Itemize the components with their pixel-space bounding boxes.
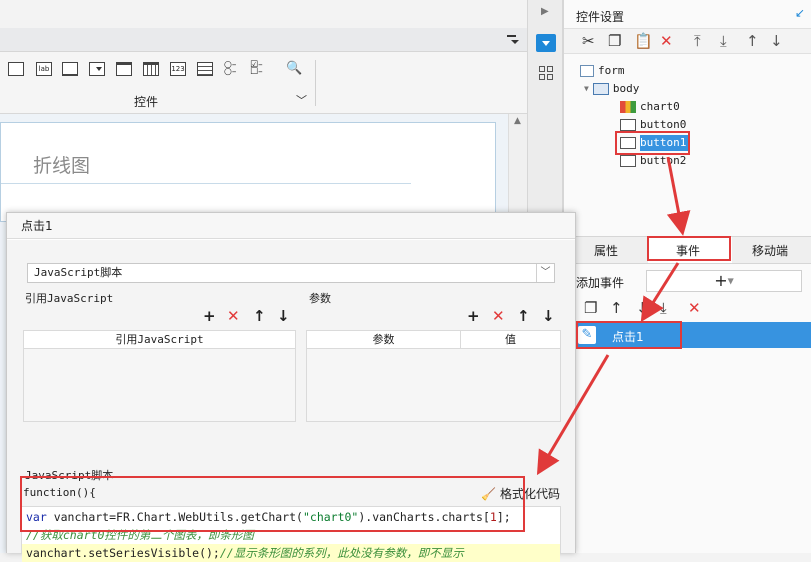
widget-tree-toolbar: ✂ ❐ 📋 ✕ ⤒ ⤓ ↑ ↓ xyxy=(564,28,811,54)
form-icon xyxy=(580,65,594,77)
chart-title: 折线图 xyxy=(33,155,91,177)
tree-node-body[interactable]: ▼ body xyxy=(584,81,639,97)
label-widget-icon[interactable]: lab xyxy=(36,62,52,76)
listbox-widget-icon[interactable] xyxy=(116,62,132,76)
expand-arrow-icon[interactable]: ▼ xyxy=(584,81,589,97)
date-widget-icon[interactable] xyxy=(143,62,159,76)
move-down-icon[interactable]: ↓ xyxy=(770,33,783,49)
code-line-3: vanchart.setSeriesVisible();//显示条形图的系列，此… xyxy=(26,546,464,560)
widget-group-label: 控件 xyxy=(134,95,159,109)
chart-divider xyxy=(1,183,411,184)
button-widget-icon[interactable] xyxy=(8,62,24,76)
params-table: 参数 值 xyxy=(306,330,561,422)
textfield-widget-icon[interactable] xyxy=(62,62,78,76)
move-up-icon[interactable]: ↑ xyxy=(253,308,266,324)
move-bottom-icon[interactable]: ⤓ xyxy=(660,300,667,316)
body-icon xyxy=(592,83,609,95)
move-down-icon[interactable]: ↓ xyxy=(277,308,290,324)
dropdown-arrow-icon: ▼ xyxy=(727,276,734,286)
dropdown-menu-icon[interactable] xyxy=(507,33,519,45)
button-icon xyxy=(620,119,636,131)
chevron-down-icon[interactable]: ﹀ xyxy=(536,264,554,282)
params-label: 参数 xyxy=(309,292,331,305)
move-up-icon[interactable]: ↑ xyxy=(517,308,530,324)
move-bottom-icon[interactable]: ⤓ xyxy=(720,33,727,49)
collapse-arrow-icon[interactable]: ▶ xyxy=(541,6,549,17)
delete-event-icon[interactable]: ✕ xyxy=(688,300,701,316)
event-type-select[interactable]: JavaScript脚本 ﹀ xyxy=(27,263,555,283)
tree-node-chart0[interactable]: chart0 xyxy=(620,99,680,115)
copy-event-icon[interactable]: ❐ xyxy=(584,300,597,316)
add-event-row: 添加事件 +▼ xyxy=(564,264,811,294)
combobox-widget-icon[interactable] xyxy=(89,62,105,76)
param-value-column-header: 值 xyxy=(461,331,560,349)
param-name-column-header: 参数 xyxy=(307,331,461,349)
delete-icon[interactable]: ✕ xyxy=(660,33,673,49)
move-down-icon[interactable]: ↓ xyxy=(636,300,649,316)
chart-icon xyxy=(620,101,636,113)
checkbox-group-widget-icon[interactable]: ☑– ☐– xyxy=(250,61,266,77)
side-strip: ▶ xyxy=(527,0,563,216)
tree-node-button2[interactable]: button2 xyxy=(620,153,686,169)
radio-group-widget-icon[interactable]: ○– ○– xyxy=(224,61,240,77)
button-icon xyxy=(620,155,636,167)
paste-icon[interactable]: 📋 xyxy=(634,33,653,49)
move-up-icon[interactable]: ↑ xyxy=(610,300,623,316)
number-widget-icon[interactable]: 123 xyxy=(170,62,186,76)
highlight-box-event-item xyxy=(576,321,682,349)
layout-grid-icon[interactable] xyxy=(539,66,553,80)
editor-top-area xyxy=(0,0,527,28)
move-down-icon[interactable]: ↓ xyxy=(542,308,555,324)
textarea-widget-icon[interactable] xyxy=(197,62,213,76)
chevron-down-icon[interactable]: ﹀ xyxy=(296,92,307,108)
highlight-box-event-tab xyxy=(647,236,731,261)
event-toolbar: ❐ ↑ ↓ ⤓ ✕ xyxy=(564,296,811,322)
delete-param-icon[interactable]: ✕ xyxy=(492,308,505,324)
add-ref-js-icon[interactable]: + xyxy=(203,308,216,324)
canvas-scrollbar[interactable]: ▲ xyxy=(508,114,527,214)
add-event-label: 添加事件 xyxy=(576,276,625,290)
tab-mobile[interactable]: 移动端 xyxy=(752,242,788,259)
dialog-title: 点击1 xyxy=(7,213,575,239)
add-event-button[interactable]: +▼ xyxy=(646,270,802,292)
widget-settings-toggle[interactable] xyxy=(536,34,556,52)
chart-widget-frame[interactable]: 折线图 xyxy=(0,122,496,222)
widget-toolbar: lab 123 ○– ○– ☑– ☐– 🔍 控件 ﹀ xyxy=(0,52,527,114)
toolbar-divider xyxy=(315,60,316,106)
ref-js-label: 引用JavaScript xyxy=(25,292,114,305)
move-up-icon[interactable]: ↑ xyxy=(746,33,759,49)
panel-title: 控件设置 xyxy=(576,10,625,24)
ref-js-column-header: 引用JavaScript xyxy=(24,331,295,349)
ref-js-table: 引用JavaScript xyxy=(23,330,296,422)
cut-icon[interactable]: ✂ xyxy=(582,33,595,49)
delete-ref-js-icon[interactable]: ✕ xyxy=(227,308,240,324)
scroll-up-icon[interactable]: ▲ xyxy=(514,116,521,126)
pin-icon[interactable]: ↙ xyxy=(795,6,805,20)
tab-properties[interactable]: 属性 xyxy=(594,242,618,259)
add-param-icon[interactable]: + xyxy=(467,308,480,324)
editor-tab-bar xyxy=(0,28,527,52)
highlight-box-code xyxy=(20,476,525,532)
tree-node-form[interactable]: form xyxy=(580,63,625,79)
highlight-box-button1 xyxy=(615,131,690,155)
copy-icon[interactable]: ❐ xyxy=(608,33,621,49)
widget-settings-panel: 控件设置 ↙ ✂ ❐ 📋 ✕ ⤒ ⤓ ↑ ↓ form ▼ body chart… xyxy=(563,0,811,553)
query-widget-icon[interactable]: 🔍 xyxy=(286,62,302,76)
move-top-icon[interactable]: ⤒ xyxy=(694,33,701,49)
